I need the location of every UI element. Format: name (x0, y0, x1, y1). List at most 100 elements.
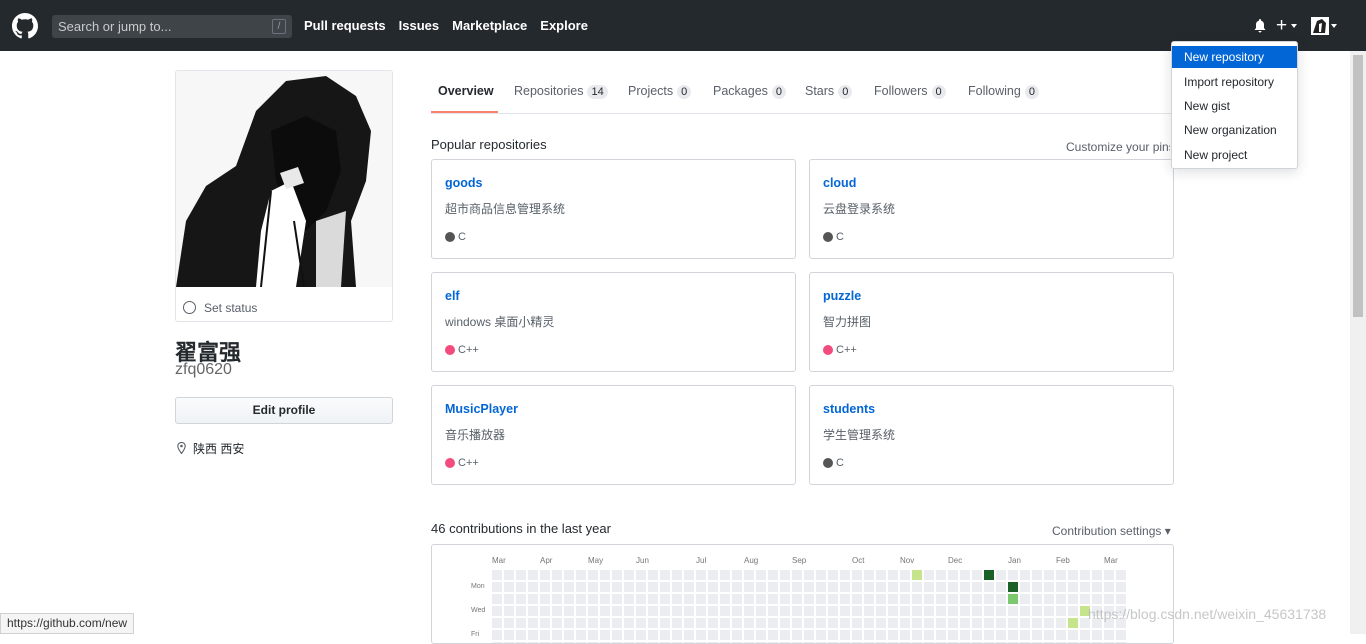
contribution-day-cell[interactable] (588, 594, 598, 604)
contribution-day-cell[interactable] (972, 618, 982, 628)
contribution-day-cell[interactable] (648, 606, 658, 616)
contribution-day-cell[interactable] (636, 582, 646, 592)
contribution-day-cell[interactable] (864, 594, 874, 604)
contribution-day-cell[interactable] (888, 606, 898, 616)
contribution-day-cell[interactable] (624, 582, 634, 592)
contribution-day-cell[interactable] (600, 606, 610, 616)
menu-item-new-project[interactable]: New project (1172, 144, 1297, 166)
contribution-day-cell[interactable] (1068, 570, 1078, 580)
contribution-day-cell[interactable] (840, 594, 850, 604)
contribution-day-cell[interactable] (936, 630, 946, 640)
tab-stars[interactable]: Stars 0 (805, 84, 853, 99)
contribution-day-cell[interactable] (768, 630, 778, 640)
contribution-day-cell[interactable] (948, 582, 958, 592)
contribution-day-cell[interactable] (816, 594, 826, 604)
contribution-day-cell[interactable] (972, 606, 982, 616)
contribution-day-cell[interactable] (840, 582, 850, 592)
contribution-day-cell[interactable] (900, 570, 910, 580)
contribution-day-cell[interactable] (984, 582, 994, 592)
contribution-day-cell[interactable] (804, 618, 814, 628)
contribution-day-cell[interactable] (528, 582, 538, 592)
contribution-day-cell[interactable] (912, 618, 922, 628)
contribution-day-cell[interactable] (1020, 570, 1030, 580)
contribution-day-cell[interactable] (744, 570, 754, 580)
contribution-day-cell[interactable] (732, 570, 742, 580)
contribution-day-cell[interactable] (732, 582, 742, 592)
contribution-day-cell[interactable] (1056, 570, 1066, 580)
contribution-day-cell[interactable] (912, 630, 922, 640)
set-status-button[interactable]: Set status (176, 294, 392, 321)
contribution-day-cell[interactable] (588, 618, 598, 628)
contribution-day-cell[interactable] (1032, 594, 1042, 604)
contribution-day-cell[interactable] (948, 606, 958, 616)
contribution-day-cell[interactable] (1068, 594, 1078, 604)
contribution-day-cell[interactable] (660, 630, 670, 640)
contribution-day-cell[interactable] (612, 582, 622, 592)
user-avatar-menu[interactable] (1311, 17, 1329, 35)
contribution-day-cell[interactable] (876, 606, 886, 616)
repo-name-link[interactable]: puzzle (823, 289, 861, 303)
contribution-day-cell[interactable] (828, 630, 838, 640)
contribution-day-cell[interactable] (636, 594, 646, 604)
contribution-day-cell[interactable] (600, 594, 610, 604)
contribution-day-cell[interactable] (960, 582, 970, 592)
contribution-day-cell[interactable] (900, 594, 910, 604)
contribution-day-cell[interactable] (984, 630, 994, 640)
contribution-day-cell[interactable] (1104, 594, 1114, 604)
contribution-day-cell[interactable] (936, 582, 946, 592)
contribution-day-cell[interactable] (576, 630, 586, 640)
contribution-day-cell[interactable] (1044, 618, 1054, 628)
contribution-day-cell[interactable] (1104, 582, 1114, 592)
contribution-day-cell[interactable] (672, 582, 682, 592)
contribution-day-cell[interactable] (696, 570, 706, 580)
contribution-day-cell[interactable] (672, 630, 682, 640)
contribution-day-cell[interactable] (708, 594, 718, 604)
contribution-day-cell[interactable] (576, 606, 586, 616)
contribution-day-cell[interactable] (1008, 618, 1018, 628)
contribution-day-cell[interactable] (1092, 570, 1102, 580)
contribution-day-cell[interactable] (948, 570, 958, 580)
contribution-day-cell[interactable] (744, 630, 754, 640)
nav-explore[interactable]: Explore (540, 18, 588, 33)
contribution-day-cell[interactable] (552, 630, 562, 640)
contribution-day-cell[interactable] (876, 618, 886, 628)
contribution-day-cell[interactable] (720, 582, 730, 592)
contribution-day-cell[interactable] (552, 594, 562, 604)
contribution-day-cell[interactable] (948, 594, 958, 604)
contribution-day-cell[interactable] (504, 630, 514, 640)
contribution-day-cell[interactable] (828, 606, 838, 616)
contribution-day-cell[interactable] (660, 570, 670, 580)
bell-icon[interactable] (1254, 19, 1266, 33)
contribution-day-cell[interactable] (828, 570, 838, 580)
contribution-day-cell[interactable] (636, 570, 646, 580)
contribution-day-cell[interactable] (744, 606, 754, 616)
contribution-day-cell[interactable] (1044, 594, 1054, 604)
contribution-day-cell[interactable] (780, 594, 790, 604)
contribution-day-cell[interactable] (876, 630, 886, 640)
contribution-day-cell[interactable] (540, 630, 550, 640)
contribution-day-cell[interactable] (948, 618, 958, 628)
contribution-day-cell[interactable] (744, 618, 754, 628)
contribution-day-cell[interactable] (768, 618, 778, 628)
contribution-day-cell[interactable] (756, 582, 766, 592)
contribution-day-cell[interactable] (804, 630, 814, 640)
nav-pull-requests[interactable]: Pull requests (304, 18, 386, 33)
contribution-day-cell[interactable] (996, 618, 1006, 628)
contribution-day-cell[interactable] (648, 582, 658, 592)
contribution-day-cell[interactable] (552, 570, 562, 580)
contribution-day-cell[interactable] (612, 606, 622, 616)
repo-name-link[interactable]: goods (445, 176, 483, 190)
contribution-day-cell[interactable] (972, 630, 982, 640)
contribution-day-cell[interactable] (912, 582, 922, 592)
contribution-day-cell[interactable] (672, 606, 682, 616)
contribution-day-cell[interactable] (696, 594, 706, 604)
contribution-day-cell[interactable] (744, 594, 754, 604)
contribution-day-cell[interactable] (828, 618, 838, 628)
contribution-day-cell[interactable] (924, 630, 934, 640)
contribution-day-cell[interactable] (564, 606, 574, 616)
contribution-day-cell[interactable] (960, 570, 970, 580)
contribution-day-cell[interactable] (576, 570, 586, 580)
contribution-day-cell[interactable] (996, 594, 1006, 604)
contribution-day-cell[interactable] (588, 606, 598, 616)
contribution-day-cell[interactable] (840, 570, 850, 580)
